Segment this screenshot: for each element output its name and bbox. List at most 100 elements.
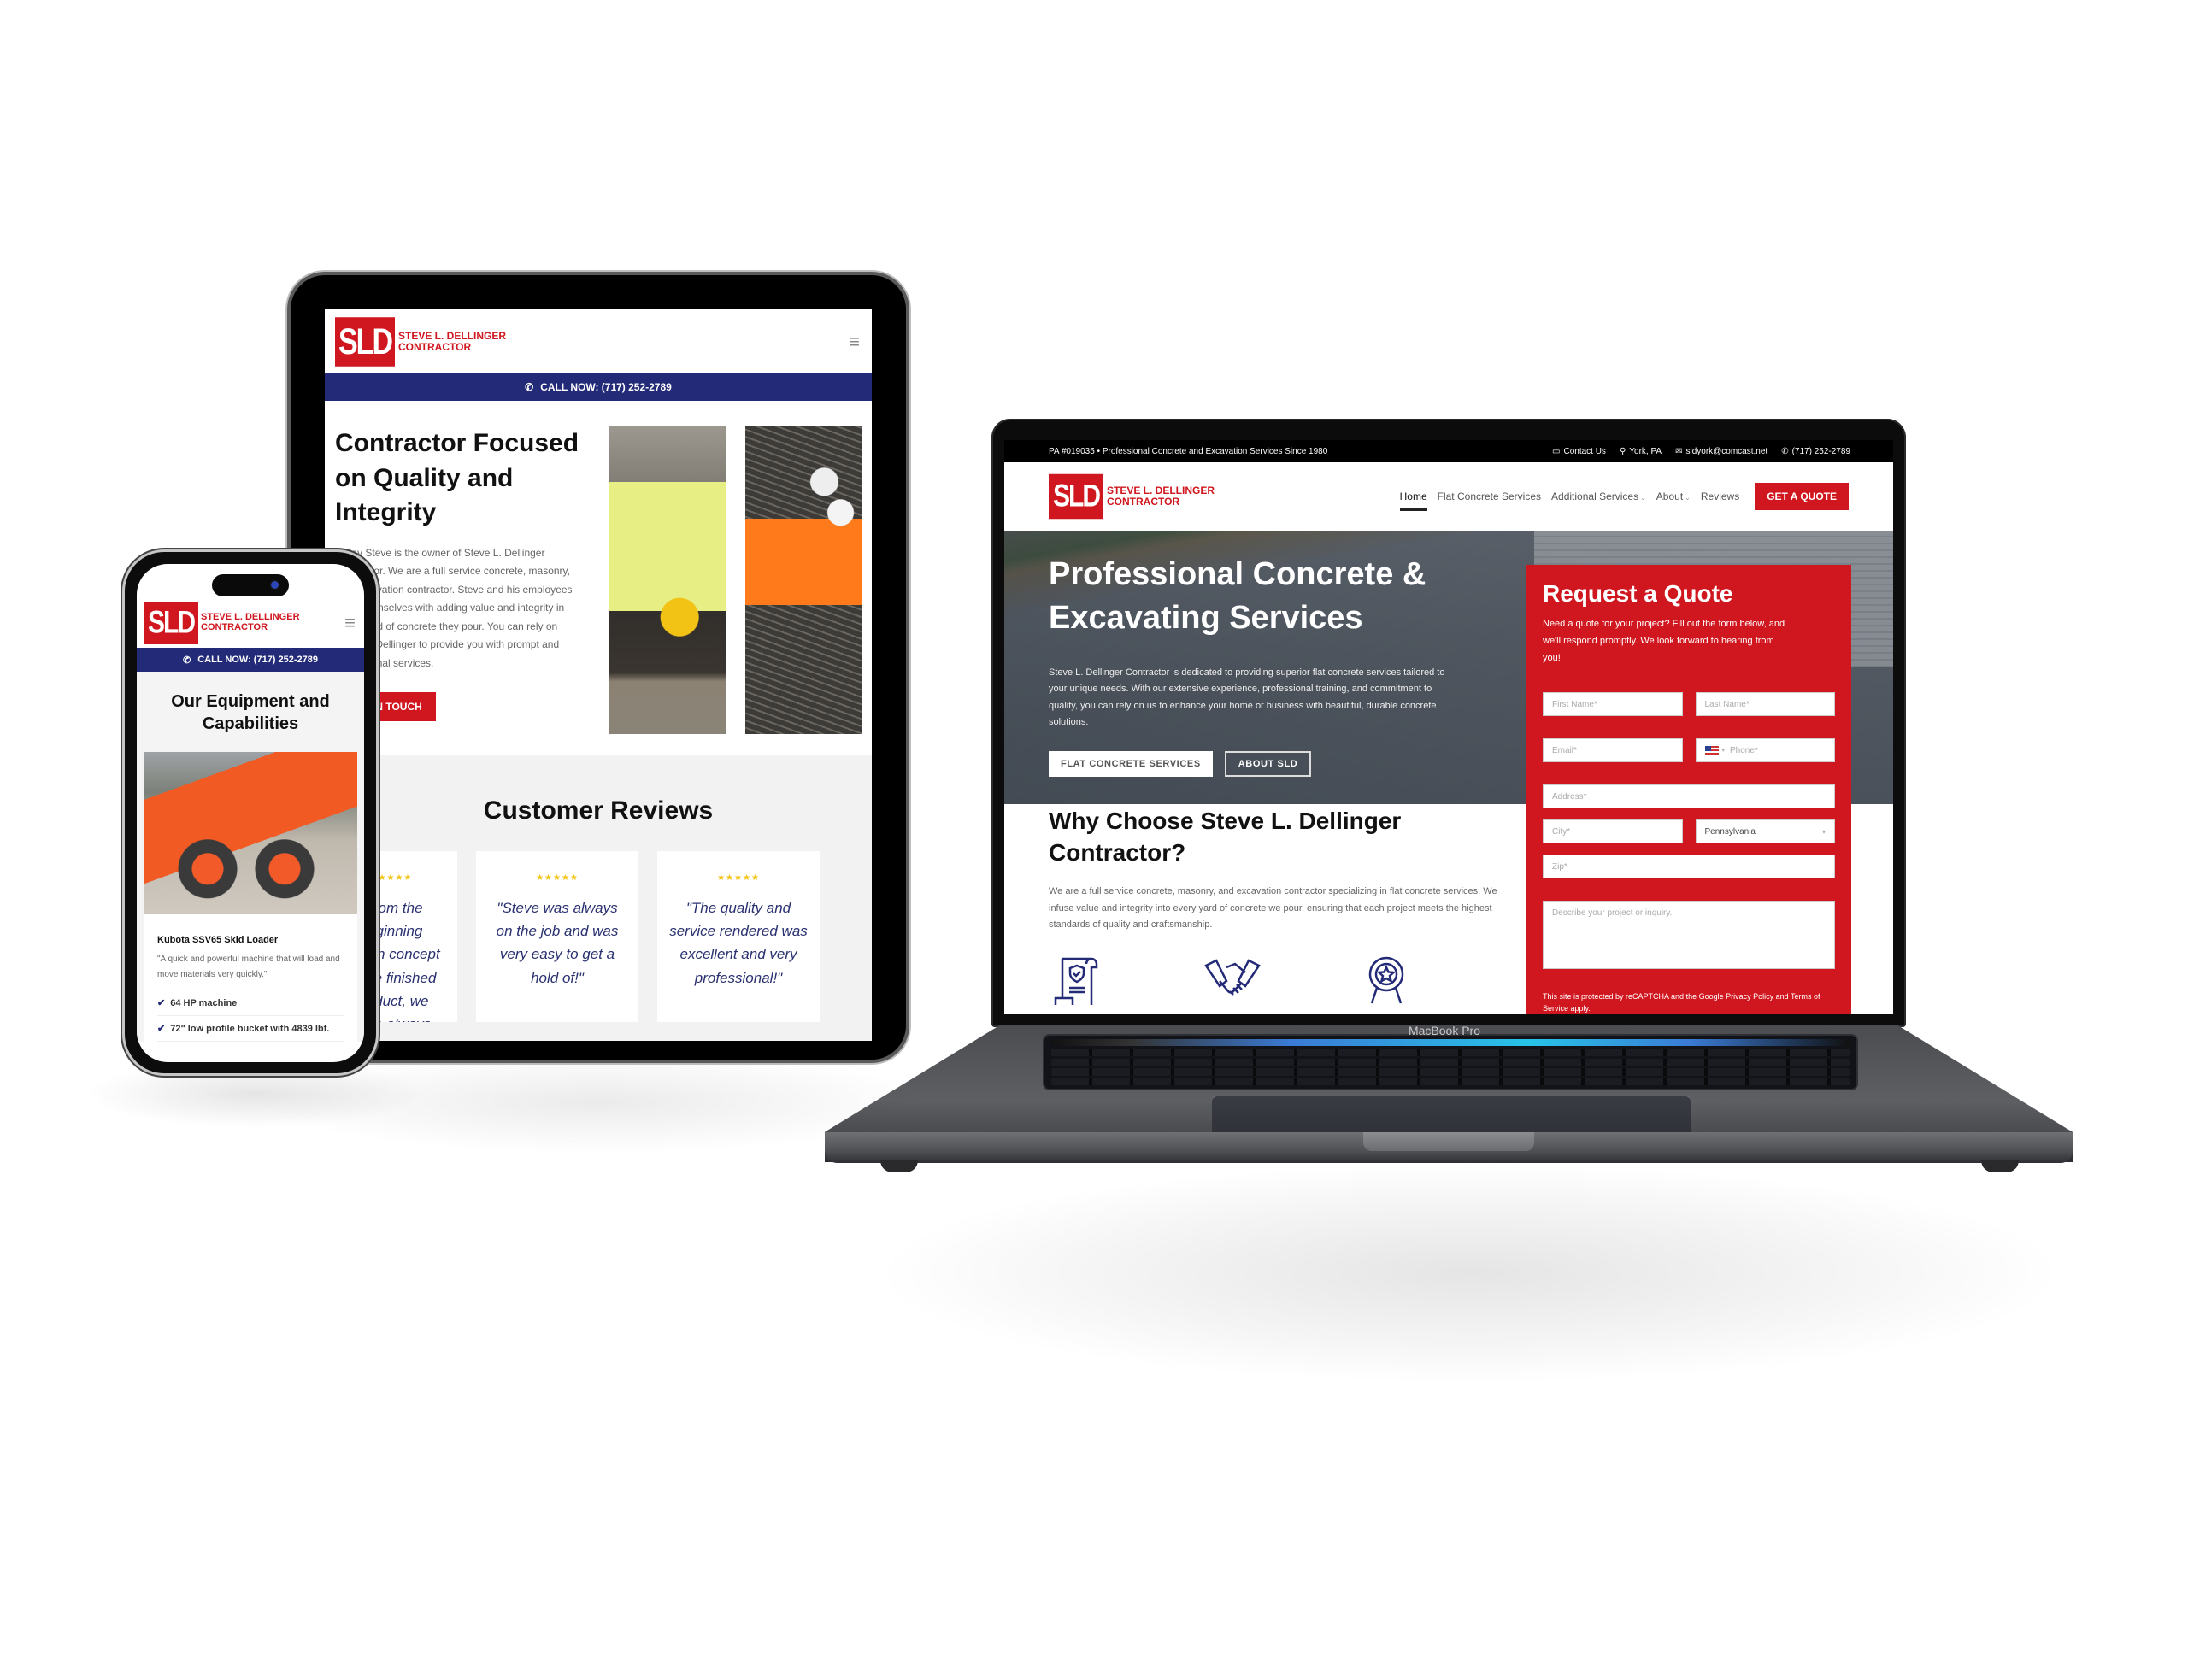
top-info-bar: PA #019035 • Professional Concrete and E… [1004, 440, 1893, 462]
reviews-title: Customer Reviews [483, 796, 714, 825]
feature-item: ✔ 72" low profile bucket with 4839 lbf. [157, 1016, 344, 1042]
flat-concrete-services-button[interactable]: FLAT CONCRETE SERVICES [1049, 751, 1213, 778]
hamburger-menu-icon[interactable]: ≡ [344, 614, 356, 632]
worker-photo [609, 426, 726, 734]
why-choose-section: Why Choose Steve L. Dellinger Contractor… [1049, 805, 1502, 1006]
zip-input[interactable]: Zip* [1543, 855, 1835, 879]
license-tagline: PA #019035 • Professional Concrete and E… [1049, 446, 1328, 456]
quote-form-intro: Need a quote for your project? Fill out … [1543, 619, 1785, 663]
laptop-shadow [872, 1162, 2068, 1384]
main-nav: Home Flat Concrete Services Additional S… [1399, 483, 1849, 511]
logo-wordmark: STEVE L. DELLINGER CONTRACTOR [398, 331, 506, 352]
site-header: SLD STEVE L. DELLINGER CONTRACTOR Home Fl… [1004, 462, 1893, 531]
phone-placeholder: Phone* [1730, 745, 1758, 755]
logo-line2: CONTRACTOR [1107, 496, 1180, 508]
logo-wordmark: STEVE L. DELLINGER CONTRACTOR [1107, 485, 1215, 507]
phone-label: (717) 252-2789 [1791, 446, 1850, 456]
nav-home[interactable]: Home [1399, 485, 1427, 511]
feature-item: ✔ 64 HP machine [157, 990, 344, 1016]
map-pin-icon: ⚲ [1619, 446, 1626, 456]
hero-title: Professional Concrete & Excavating Servi… [1049, 556, 1426, 636]
chat-icon: ▭ [1552, 446, 1561, 456]
equipment-section: Our Equipment and Capabilities Kubota SS… [137, 672, 364, 1042]
tablet-volume-button [906, 385, 911, 427]
logo-mark: SLD [335, 316, 395, 367]
first-name-input[interactable]: First Name* [1543, 692, 1683, 717]
phone-header: SLD STEVE L. DELLINGER CONTRACTOR ≡ [137, 598, 364, 648]
tablet-header: SLD STEVE L. DELLINGER CONTRACTOR ≡ [325, 309, 872, 373]
phone-input[interactable]: ▾ Phone* [1695, 738, 1835, 763]
about-sld-button[interactable]: ABOUT SLD [1224, 751, 1312, 778]
touch-bar [1051, 1039, 1850, 1046]
nav-additional-services[interactable]: Additional Services ⌄ [1551, 485, 1646, 508]
state-select[interactable]: Pennsylvania ▾ [1695, 819, 1835, 844]
nav-reviews[interactable]: Reviews [1701, 485, 1739, 508]
feature-text: 72" low profile bucket with 4839 lbf. [170, 1023, 330, 1034]
contact-us-label: Contact Us [1563, 446, 1606, 456]
concrete-pour-photo [744, 426, 862, 734]
recaptcha-notice: This site is protected by reCAPTCHA and … [1543, 992, 1820, 1013]
phone-dynamic-island [212, 574, 289, 596]
chevron-down-icon: ⌄ [1640, 494, 1646, 502]
phone-icon: ✆ [525, 381, 534, 393]
about-title: Contractor Focused on Quality and Integr… [335, 429, 579, 526]
us-flag-icon[interactable] [1704, 746, 1719, 755]
call-now-bar[interactable]: ✆ CALL NOW: (717) 252-2789 [137, 648, 364, 672]
star-rating: ★★★★★ [717, 873, 760, 883]
laptop-lid-notch [1363, 1132, 1534, 1151]
logo-line2: CONTRACTOR [201, 622, 268, 632]
quote-form-title: Request a Quote [1543, 580, 1733, 607]
logo-line2: CONTRACTOR [398, 340, 472, 353]
feature-text: 64 HP machine [170, 997, 238, 1008]
why-choose-body: We are a full service concrete, masonry,… [1049, 886, 1497, 930]
site-logo[interactable]: SLD STEVE L. DELLINGER CONTRACTOR [1049, 473, 1215, 520]
hamburger-menu-icon[interactable]: ≡ [849, 332, 860, 351]
last-name-input[interactable]: Last Name* [1695, 692, 1835, 717]
site-logo[interactable]: SLD STEVE L. DELLINGER CONTRACTOR [335, 316, 506, 367]
key-row [1051, 1078, 1850, 1085]
review-quote: "The quality and service rendered was ex… [669, 900, 808, 986]
chevron-down-icon: ▾ [1821, 827, 1826, 836]
checkmark-icon: ✔ [157, 1024, 166, 1034]
logo-line1: STEVE L. DELLINGER [201, 612, 300, 623]
equipment-title: Our Equipment and Capabilities [171, 692, 330, 733]
nav-about[interactable]: About ⌄ [1656, 485, 1691, 508]
phone-icon: ✆ [182, 655, 191, 666]
email-input[interactable]: Email* [1543, 738, 1683, 763]
city-input[interactable]: City* [1543, 819, 1683, 844]
reviews-section: Customer Reviews ★★★★★ "From the beginnin… [325, 755, 872, 1041]
project-description-textarea[interactable]: Describe your project or inquiry. [1543, 901, 1835, 970]
email-label: sldyork@comcast.net [1685, 446, 1768, 456]
review-quote: "Steve was always on the job and was ver… [496, 900, 619, 986]
nav-flat-concrete-services[interactable]: Flat Concrete Services [1438, 485, 1541, 508]
contact-us-link[interactable]: ▭ Contact Us [1552, 447, 1606, 456]
get-a-quote-button[interactable]: GET A QUOTE [1755, 483, 1849, 510]
logo-wordmark: STEVE L. DELLINGER CONTRACTOR [201, 613, 300, 632]
checkmark-icon: ✔ [157, 998, 166, 1008]
key-row [1051, 1068, 1850, 1076]
star-rating: ★★★★★ [536, 873, 579, 883]
tablet-volume-button [906, 333, 911, 376]
chevron-down-icon: ⌄ [1685, 494, 1691, 502]
caret-down-icon: ▾ [1721, 748, 1726, 755]
email-link[interactable]: ✉ sldyork@comcast.net [1675, 447, 1767, 456]
hero-body: Steve L. Dellinger Contractor is dedicat… [1049, 667, 1445, 727]
logo-mark: SLD [144, 602, 198, 644]
trackpad [1212, 1096, 1691, 1137]
certificate-shield-icon [1054, 957, 1098, 1006]
location-label: York, PA [1629, 446, 1662, 456]
tablet-screen: SLD STEVE L. DELLINGER CONTRACTOR ≡ ✆ CALL… [325, 309, 872, 1041]
address-input[interactable]: Address* [1543, 784, 1835, 809]
site-logo[interactable]: SLD STEVE L. DELLINGER CONTRACTOR [144, 602, 300, 644]
review-card: ★★★★★ "Steve was always on the job and wa… [476, 851, 638, 1022]
equipment-card: Kubota SSV65 Skid Loader "A quick and po… [144, 752, 357, 1042]
skid-loader-photo [144, 752, 357, 914]
logo-mark: SLD [1049, 473, 1103, 520]
key-row [1051, 1058, 1850, 1066]
phone-link[interactable]: ✆ (717) 252-2789 [1781, 447, 1850, 456]
review-card: ★★★★★ "The quality and service rendered w… [657, 851, 820, 1022]
equipment-name: Kubota SSV65 Skid Loader [157, 935, 279, 945]
phone-icon: ✆ [1781, 446, 1789, 456]
call-now-bar[interactable]: ✆ CALL NOW: (717) 252-2789 [325, 373, 872, 401]
laptop-screen: PA #019035 • Professional Concrete and E… [1004, 440, 1893, 1014]
